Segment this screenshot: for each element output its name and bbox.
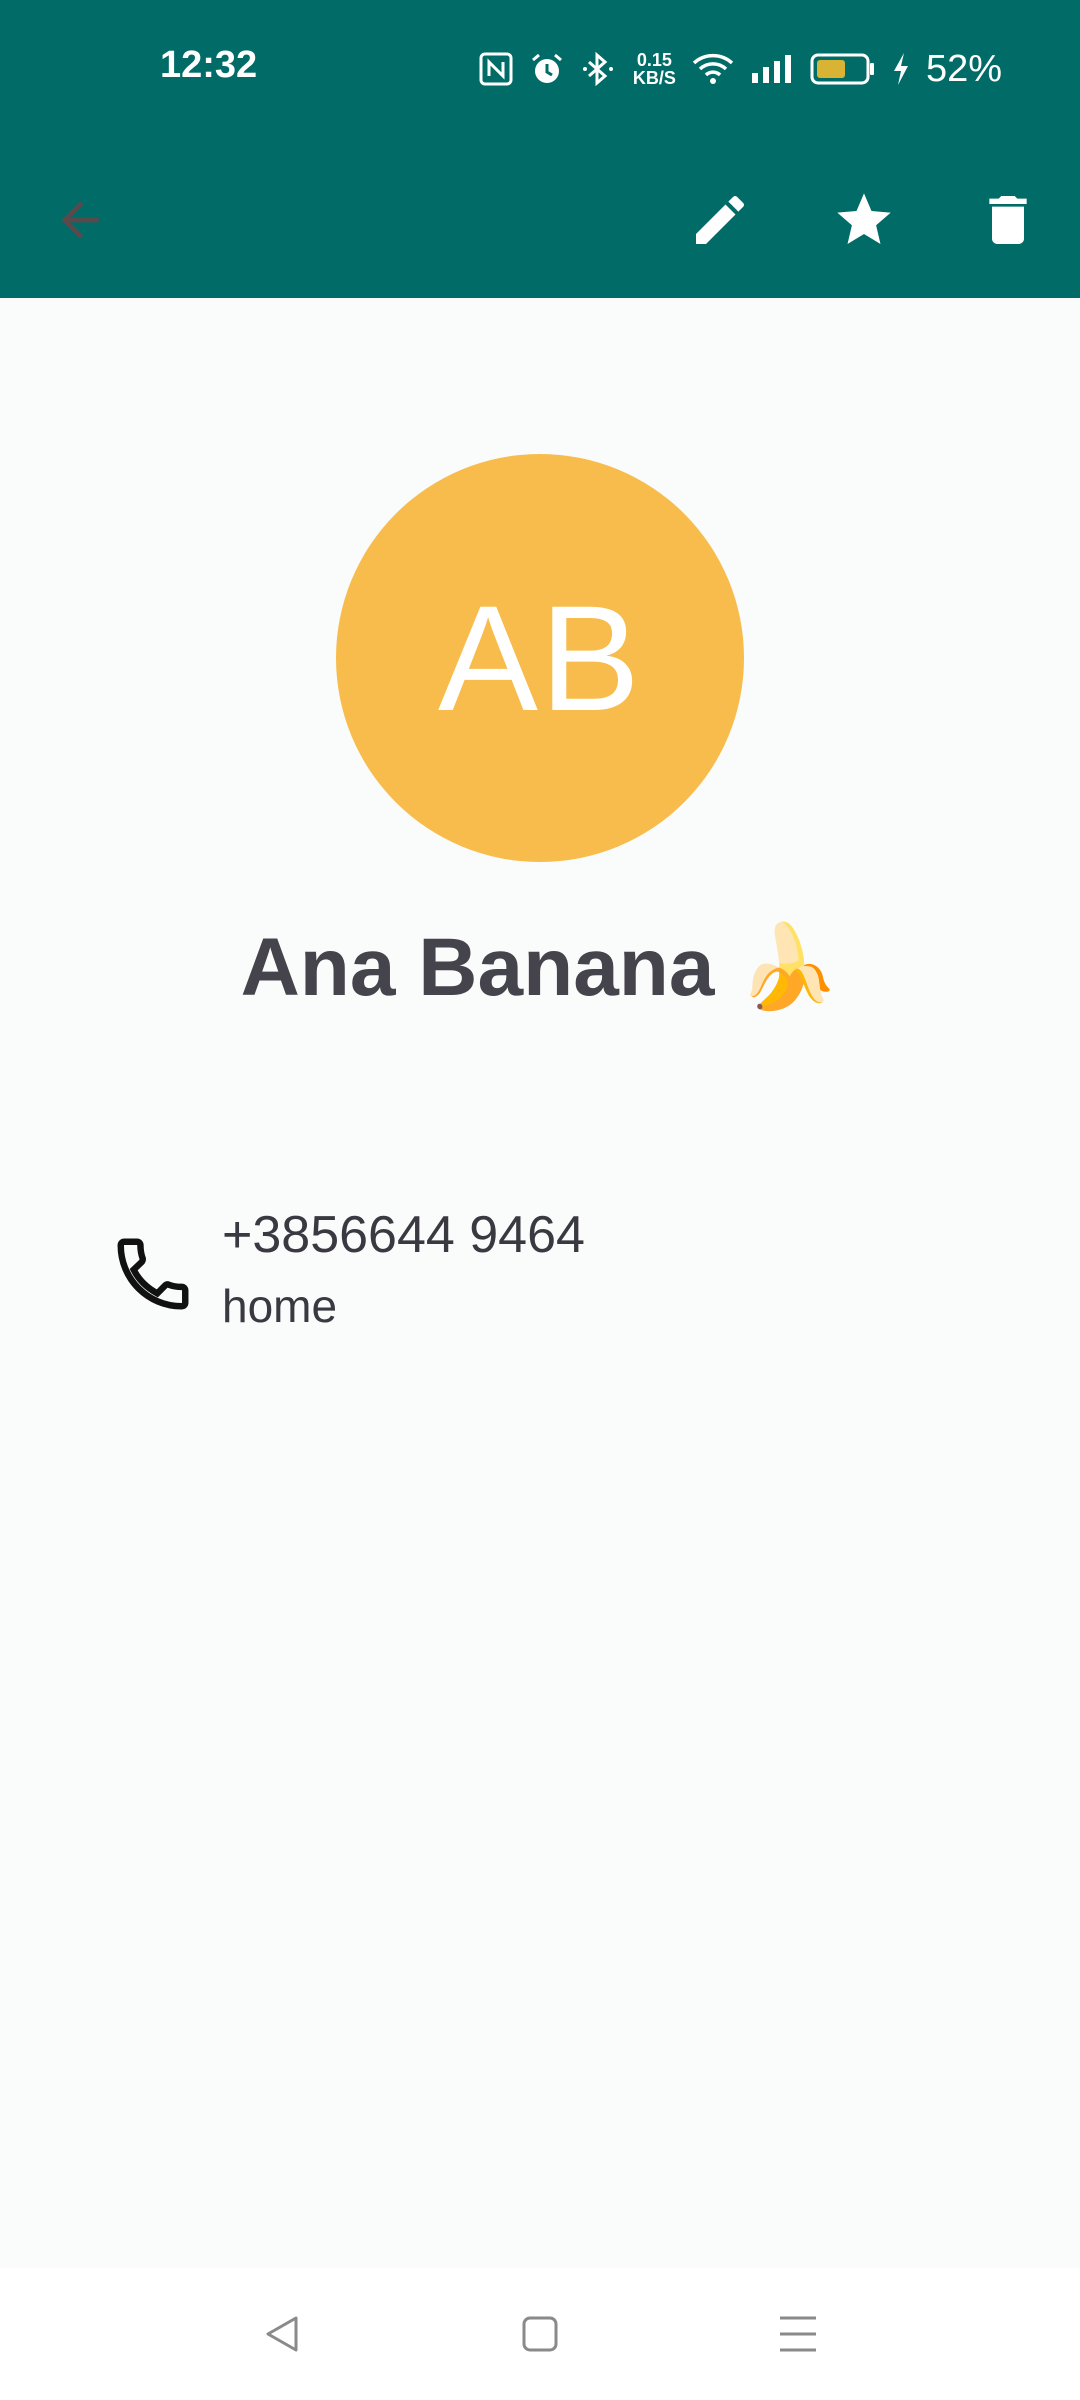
trash-icon [989,196,1027,244]
status-icons: 0.15 KB/S 52% [479,44,1002,94]
nfc-icon [479,52,513,86]
phone-type: home [222,1280,338,1332]
nav-recents-icon [780,2316,816,2352]
back-arrow-icon [61,201,99,239]
status-time: 12:32 [160,44,258,86]
avatar-initials: AB [437,573,643,742]
signal-icon [750,53,794,85]
nav-recents-button[interactable] [762,2298,834,2370]
phone-number: +3856644 9464 [222,1206,585,1264]
phone-row[interactable]: +3856644 9464 home [110,1205,1010,1345]
charging-icon [892,52,910,86]
battery-percent: 52% [925,47,1002,90]
contact-avatar: AB [336,454,744,862]
star-icon [837,193,891,244]
pencil-icon [696,195,745,244]
navigation-bar [0,2268,1080,2400]
delete-button[interactable] [958,170,1058,270]
alarm-icon [529,51,565,87]
nav-back-icon [266,2316,298,2352]
contact-name: Ana Banana 🍌 [240,922,840,1013]
edit-button[interactable] [670,170,770,270]
network-speed: 0.15 KB/S [632,50,676,88]
bluetooth-icon [581,51,617,87]
nav-home-icon [522,2316,558,2352]
nav-home-button[interactable] [504,2298,576,2370]
toolbar [0,140,1080,298]
back-button[interactable] [30,170,130,270]
phone-icon [117,1238,189,1310]
battery-icon [810,52,876,86]
app-header: 12:32 0.15 KB/S 52% [0,0,1080,298]
status-bar: 12:32 0.15 KB/S 52% [0,0,1080,140]
nav-back-button[interactable] [246,2298,318,2370]
wifi-icon [692,52,734,86]
favorite-button[interactable] [814,170,914,270]
